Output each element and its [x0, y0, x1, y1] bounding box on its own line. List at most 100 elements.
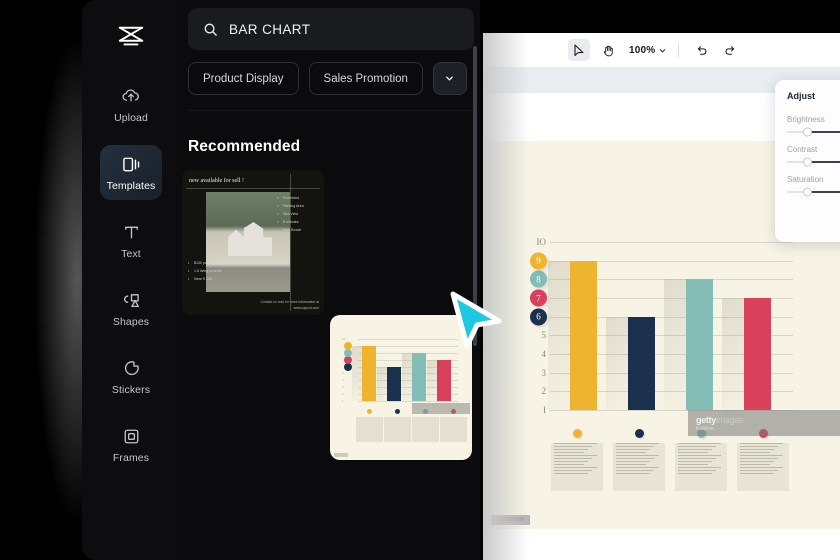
- search-input[interactable]: BAR CHART: [188, 8, 474, 50]
- mini-bar-3: [412, 352, 426, 401]
- sidebar-item-frames[interactable]: Frames: [100, 417, 162, 472]
- expand-filters-button[interactable]: [432, 62, 467, 95]
- slider-knob[interactable]: [802, 157, 812, 167]
- y-axis-tick: I: [543, 405, 546, 415]
- card-vertical-rule: [290, 174, 291, 311]
- filter-chip-product-display[interactable]: Product Display: [188, 62, 299, 95]
- mini-y-marker: [344, 341, 352, 350]
- capcut-logo-icon[interactable]: [115, 24, 147, 55]
- legend-item: [613, 429, 665, 491]
- template-card-grid: new available for sell ! Furnished Parkin…: [180, 168, 480, 560]
- bullet: 5 minutes: [277, 220, 319, 224]
- slider-knob[interactable]: [802, 187, 812, 197]
- sidebar-item-label: Templates: [106, 180, 156, 192]
- mini-y-marker: [344, 355, 352, 364]
- mini-bar-1: [362, 345, 376, 401]
- slider-knob[interactable]: [802, 127, 812, 137]
- adjust-slider-brightness[interactable]: Brightness: [787, 115, 840, 137]
- mini-gridline: [358, 401, 458, 402]
- search-icon: [204, 23, 217, 36]
- chart-legend: [551, 429, 801, 499]
- mini-y-tick: IO: [342, 337, 346, 341]
- legend-item: [675, 429, 727, 491]
- sidebar-rail: Upload Templates Text Shapes Stickers Frames: [82, 0, 180, 560]
- card-footer: Contact us now for more information at ww…: [261, 298, 319, 310]
- slider-track[interactable]: [787, 157, 840, 167]
- sidebar-item-templates[interactable]: Templates: [100, 145, 162, 200]
- mini-y-tick: 5: [342, 371, 344, 376]
- card-rule: [186, 188, 320, 189]
- adjust-panel[interactable]: Adjust Brightness Contrast Saturation: [775, 80, 840, 242]
- template-card-real-estate[interactable]: new available for sell ! Furnished Parkin…: [182, 170, 324, 315]
- sidebar-item-upload[interactable]: Upload: [100, 77, 162, 132]
- bar-1[interactable]: [569, 260, 597, 410]
- bar-chart[interactable]: I 2 3 4 5 6 7 8 9 IO: [528, 236, 803, 416]
- legend-text-block: [613, 443, 665, 491]
- sidebar-item-label: Upload: [114, 112, 148, 124]
- pointer-cursor-icon: [447, 290, 505, 357]
- mini-y-tick: I: [342, 399, 344, 403]
- bullet: from Beach: [277, 228, 319, 232]
- y-axis-marker: 9: [530, 252, 547, 270]
- filter-chip-sales-promotion[interactable]: Sales Promotion: [308, 62, 423, 95]
- mini-legend-item: [384, 409, 411, 442]
- sidebar-item-label: Stickers: [111, 384, 151, 396]
- chevron-down-icon: [446, 76, 454, 81]
- card-feature-bullets: Furnished Parking Area Sea View 5 minutes fr…: [277, 196, 319, 236]
- undo-icon: [697, 45, 707, 55]
- adjust-slider-contrast[interactable]: Contrast: [787, 145, 840, 167]
- section-title-recommended: Recommended: [188, 138, 301, 155]
- mini-y-marker: [344, 348, 352, 357]
- legend-text-block: [551, 443, 603, 491]
- mini-gridline: [358, 339, 458, 340]
- frame-icon: [122, 426, 141, 446]
- sidebar-item-label: Text: [121, 248, 141, 260]
- editor-toolbar: 100%: [483, 33, 840, 67]
- mini-artboard-tag: [334, 453, 348, 457]
- bullet: Near 5 City: [188, 277, 246, 281]
- editor-bottom-area: [483, 529, 840, 560]
- legend-item: [737, 429, 789, 491]
- search-query-text: BAR CHART: [229, 21, 311, 37]
- adjust-slider-saturation[interactable]: Saturation: [787, 175, 840, 197]
- sidebar-item-stickers[interactable]: Stickers: [100, 349, 162, 404]
- select-cursor-tool[interactable]: [568, 39, 590, 61]
- redo-button[interactable]: [719, 39, 741, 61]
- templates-panel: BAR CHART Product Display Sales Promotio…: [180, 0, 480, 560]
- getty-watermark: gettyimages Kubkoo: [688, 410, 840, 436]
- rail-glow: [28, 0, 86, 560]
- y-axis-tick: 3: [541, 367, 547, 378]
- zoom-control[interactable]: 100%: [629, 45, 667, 56]
- sidebar-item-label: Shapes: [112, 316, 150, 328]
- y-axis-marker: 7: [530, 289, 547, 307]
- bar-4[interactable]: [744, 298, 772, 410]
- sidebar-nav: Upload Templates Text Shapes Stickers Frames: [100, 77, 162, 485]
- gridline: [550, 242, 793, 243]
- panel-divider: [188, 110, 474, 111]
- legend-dot: [572, 429, 582, 438]
- getty-contributor: Kubkoo: [696, 425, 715, 432]
- slider-track[interactable]: [787, 187, 840, 197]
- bar-3[interactable]: [686, 279, 714, 410]
- legend-text-block: [737, 443, 789, 491]
- sidebar-item-label: Frames: [112, 452, 150, 464]
- sidebar-item-shapes[interactable]: Shapes: [100, 281, 162, 336]
- card-price-bullets: $130 per m² 1.5 living scheme Near 5 City: [188, 261, 246, 285]
- mini-bar-4: [437, 359, 451, 401]
- mini-legend-dot: [367, 409, 372, 414]
- footer-line: Contact us now for more information at: [260, 300, 319, 304]
- undo-button[interactable]: [690, 39, 712, 61]
- hand-pan-tool[interactable]: [597, 39, 619, 61]
- slider-track[interactable]: [787, 127, 840, 137]
- mini-legend-text: [440, 417, 467, 442]
- getty-brand-2: images: [716, 414, 744, 425]
- mini-y-tick: 4: [342, 378, 344, 383]
- redo-icon: [725, 45, 735, 55]
- sidebar-item-text[interactable]: Text: [100, 213, 162, 268]
- upload-cloud-icon: [121, 86, 141, 106]
- legend-dot: [634, 429, 644, 438]
- templates-icon: [121, 154, 142, 174]
- bar-2[interactable]: [627, 316, 655, 410]
- y-axis-tick: 2: [541, 386, 547, 397]
- y-axis-tick: 5: [541, 330, 547, 341]
